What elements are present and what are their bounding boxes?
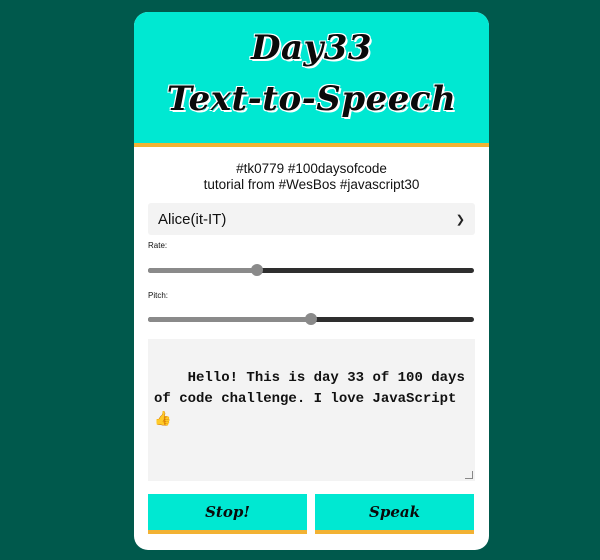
speech-card: Day33 Text-to-Speech #tk0779 #100daysofc… bbox=[134, 12, 489, 550]
voice-select[interactable]: Alice(it-IT) ❯ bbox=[148, 203, 475, 235]
pitch-slider[interactable] bbox=[148, 312, 474, 326]
pitch-slider-fill bbox=[148, 317, 311, 322]
subtitle-tags: #tk0779 #100daysofcode bbox=[236, 161, 387, 176]
rate-label: Rate: bbox=[148, 241, 168, 250]
voice-select-value: Alice(it-IT) bbox=[158, 210, 227, 228]
resize-handle-icon[interactable] bbox=[465, 471, 473, 479]
rate-slider[interactable] bbox=[148, 263, 474, 277]
message-textarea[interactable]: Hello! This is day 33 of 100 days of cod… bbox=[148, 339, 475, 481]
subtitle: #tk0779 #100daysofcode tutorial from #We… bbox=[134, 161, 489, 193]
page-title: Text-to-Speech bbox=[166, 79, 457, 119]
pitch-label: Pitch: bbox=[148, 291, 169, 300]
speak-button[interactable]: Speak bbox=[315, 494, 474, 534]
stop-button[interactable]: Stop! bbox=[148, 494, 307, 534]
page-title-day: Day33 bbox=[250, 28, 373, 68]
subtitle-credit: tutorial from #WesBos #javascript30 bbox=[203, 177, 420, 192]
rate-slider-fill bbox=[148, 268, 257, 273]
header: Day33 Text-to-Speech bbox=[134, 12, 489, 147]
message-text: Hello! This is day 33 of 100 days of cod… bbox=[154, 370, 474, 428]
chevron-down-icon: ❯ bbox=[455, 213, 465, 226]
pitch-slider-thumb[interactable] bbox=[305, 313, 317, 325]
rate-slider-thumb[interactable] bbox=[250, 264, 263, 276]
